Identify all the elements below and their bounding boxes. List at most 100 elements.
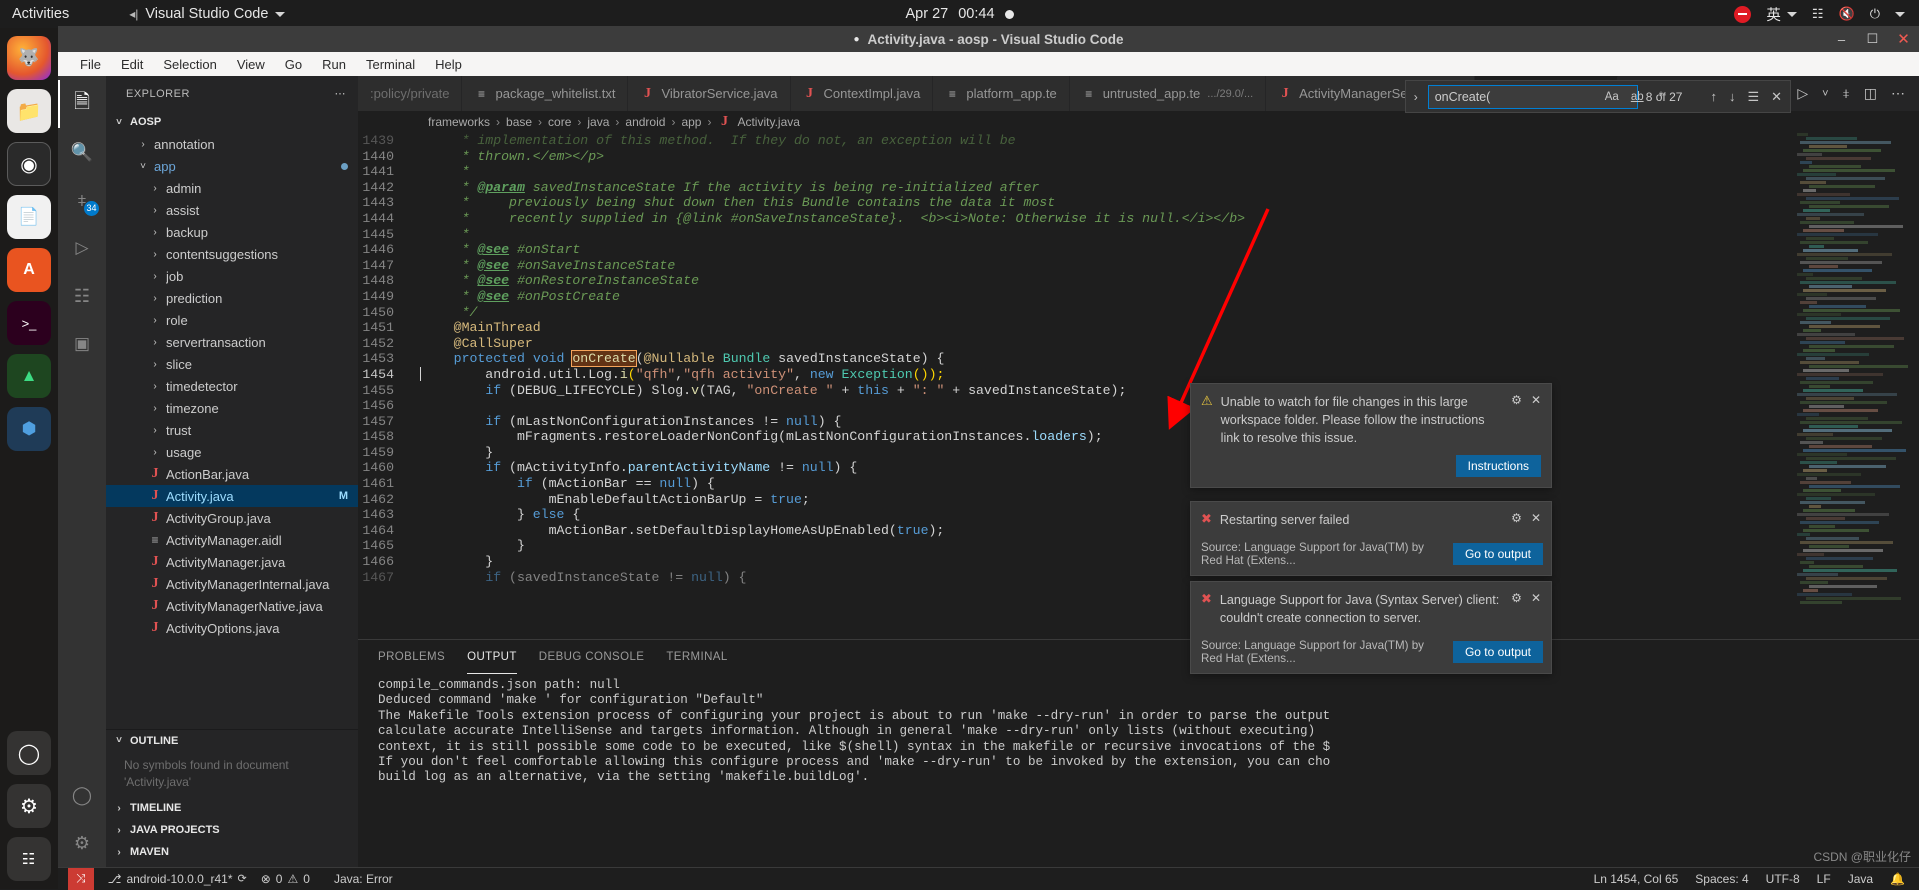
system-menu-caret-icon[interactable] [1895, 11, 1905, 17]
dock-item-terminal[interactable]: >_ [7, 301, 51, 345]
cursor-position[interactable]: Ln 1454, Col 65 [1594, 872, 1679, 886]
code-line[interactable]: 1454 android.util.Log.i("qfh","qfh activ… [358, 366, 1919, 383]
code-line[interactable]: 1466 } [358, 554, 1919, 570]
menu-go[interactable]: Go [275, 55, 312, 74]
dock-item-user-account[interactable]: ◯ [7, 731, 51, 775]
dock-item-android-studio[interactable]: ▲ [7, 354, 51, 398]
gnome-clock[interactable]: Apr 27 00:44 [905, 6, 1014, 22]
notification-file-watcher[interactable]: ⚠ Unable to watch for file changes in th… [1190, 383, 1552, 488]
sync-icon[interactable]: ⟳ [238, 872, 247, 885]
sidebar-section-maven[interactable]: › MAVEN [106, 841, 358, 863]
breadcrumb-android[interactable]: android [625, 115, 665, 129]
tree-item-assist[interactable]: › assist [106, 199, 358, 221]
dock-item-firefox[interactable]: 🐺 [7, 36, 51, 80]
dock-item-files[interactable]: 📁 [7, 89, 51, 133]
activitybar-item-source-control[interactable]: ⧧ 34 [58, 176, 106, 224]
code-line[interactable]: 1441 * [358, 164, 1919, 180]
code-line[interactable]: 1453 protected void onCreate(@Nullable B… [358, 350, 1919, 368]
tree-item-trust[interactable]: › trust [106, 419, 358, 441]
tree-item-prediction[interactable]: › prediction [106, 287, 358, 309]
end-of-line[interactable]: LF [1817, 872, 1831, 886]
tree-item-activitymanagernative-java[interactable]: J ActivityManagerNative.java [106, 595, 358, 617]
activitybar-item-run-and-debug[interactable]: ▷ [58, 224, 106, 272]
code-line[interactable]: 1449 * @see #onPostCreate [358, 289, 1919, 305]
tree-item-actionbar-java[interactable]: J ActionBar.java [106, 463, 358, 485]
split-editor-icon[interactable]: ◫ [1864, 85, 1877, 102]
tree-item-timezone[interactable]: › timezone [106, 397, 358, 419]
sidebar-more-actions-icon[interactable]: ⋯ [335, 87, 347, 100]
sidebar-section-aosp[interactable]: ˅ AOSP [106, 111, 358, 133]
find-in-selection-icon[interactable]: ☰ [1745, 89, 1761, 105]
manage-settings-button[interactable]: ⚙ [58, 819, 106, 867]
code-line[interactable]: 1450 */ [358, 305, 1919, 321]
run-play-icon[interactable]: ▷ [1797, 85, 1808, 102]
code-editor[interactable]: 1439 * implementation of this method. If… [358, 133, 1919, 617]
breadcrumb-app[interactable]: app [681, 115, 701, 129]
code-line[interactable]: 1440 * thrown.</em></p> [358, 149, 1919, 165]
indentation[interactable]: Spaces: 4 [1695, 872, 1748, 886]
menu-help[interactable]: Help [425, 55, 472, 74]
source-control-icon[interactable]: ⧧ [1843, 85, 1850, 102]
gear-icon[interactable]: ⚙ [1511, 591, 1522, 605]
show-applications-button[interactable]: ☷ [7, 837, 51, 881]
activitybar-item-extensions[interactable]: ☷ [58, 272, 106, 320]
code-line[interactable]: 1445 * [358, 227, 1919, 243]
language-mode[interactable]: Java [1848, 872, 1873, 886]
tree-item-timedetector[interactable]: › timedetector [106, 375, 358, 397]
code-line[interactable]: 1467 if (savedInstanceState != null) { [358, 570, 1919, 586]
tree-item-activitymanagerinternal-java[interactable]: J ActivityManagerInternal.java [106, 573, 358, 595]
dock-item-visual-studio-code[interactable]: ⬢ [7, 407, 51, 451]
find-widget[interactable]: › Aa ab .* 8 of 27 ↑ ↓ ☰ ✕ [1404, 80, 1791, 113]
notification-restart-server-failed[interactable]: ✖ Restarting server failed ⚙ ✕ Source: L… [1190, 501, 1552, 576]
go-to-output-button[interactable]: Go to output [1452, 641, 1543, 663]
code-line[interactable]: 1462 mEnableDefaultActionBarUp = true; [358, 492, 1919, 508]
close-icon[interactable]: ✕ [1531, 393, 1541, 407]
accounts-button[interactable]: ◯ [58, 771, 106, 819]
gear-icon[interactable]: ⚙ [1511, 511, 1522, 525]
encoding[interactable]: UTF-8 [1766, 872, 1800, 886]
activities-button[interactable]: Activities [0, 6, 83, 22]
sidebar-section-java-projects[interactable]: › JAVA PROJECTS [106, 819, 358, 841]
tree-item-activitygroup-java[interactable]: J ActivityGroup.java [106, 507, 358, 529]
editor-tab-package-whitelist-txt[interactable]: ≡ package_whitelist.txt [462, 76, 629, 111]
tree-item-slice[interactable]: › slice [106, 353, 358, 375]
breadcrumb-frameworks[interactable]: frameworks [428, 115, 490, 129]
breadcrumb-java[interactable]: java [587, 115, 609, 129]
notification-syntax-server-connection[interactable]: ✖ Language Support for Java (Syntax Serv… [1190, 581, 1552, 674]
tree-item-activityoptions-java[interactable]: J ActivityOptions.java [106, 617, 358, 639]
find-next-icon[interactable]: ↓ [1727, 89, 1738, 104]
breadcrumb-activity-java[interactable]: Activity.java [737, 115, 799, 129]
code-line[interactable]: 1459 } [358, 445, 1919, 461]
dock-item-rhythmbox[interactable]: ◉ [7, 142, 51, 186]
code-line[interactable]: 1455 if (DEBUG_LIFECYCLE) Slog.v(TAG, "o… [358, 383, 1919, 399]
find-input[interactable] [1434, 89, 1596, 104]
breadcrumb-base[interactable]: base [506, 115, 532, 129]
code-line[interactable]: 1457 if (mLastNonConfigurationInstances … [358, 414, 1919, 430]
go-to-output-button[interactable]: Go to output [1452, 543, 1543, 565]
code-line[interactable]: 1452 @CallSuper [358, 336, 1919, 352]
tree-item-job[interactable]: › job [106, 265, 358, 287]
panel-tab-terminal[interactable]: TERMINAL [666, 640, 727, 674]
close-button[interactable]: ✕ [1896, 31, 1911, 48]
editor-tab-platform-app-te[interactable]: ≡ platform_app.te [933, 76, 1070, 111]
file-tree[interactable]: › annotation ˅ app › admin › assist › backup › cont… [106, 133, 358, 639]
code-line[interactable]: 1446 * @see #onStart [358, 242, 1919, 258]
code-line[interactable]: 1448 * @see #onRestoreInstanceState [358, 273, 1919, 289]
power-icon[interactable]: ⏻ [1870, 6, 1880, 22]
tree-item-annotation[interactable]: › annotation [106, 133, 358, 155]
tree-item-usage[interactable]: › usage [106, 441, 358, 463]
remote-indicator[interactable]: ⤨ [68, 867, 94, 890]
record-stop-icon[interactable] [1734, 5, 1752, 23]
gnome-app-menu[interactable]: ◂| Visual Studio Code [129, 6, 286, 22]
editor-tab-contextimpl-java[interactable]: J ContextImpl.java [790, 76, 934, 111]
menu-file[interactable]: File [70, 55, 111, 74]
panel-tab-output[interactable]: OUTPUT [467, 640, 517, 674]
code-line[interactable]: 1451 @MainThread [358, 320, 1919, 336]
match-whole-word-option[interactable]: ab [1628, 90, 1647, 104]
sidebar-section-timeline[interactable]: › TIMELINE [106, 797, 358, 819]
panel-tab-debug-console[interactable]: DEBUG CONSOLE [539, 640, 645, 674]
code-line[interactable]: 1439 * implementation of this method. If… [358, 133, 1919, 149]
tree-item-activitymanager-java[interactable]: J ActivityManager.java [106, 551, 358, 573]
input-method-indicator[interactable]: 英 [1766, 4, 1797, 25]
code-line[interactable]: 1458 mFragments.restoreLoaderNonConfig(m… [358, 429, 1919, 445]
